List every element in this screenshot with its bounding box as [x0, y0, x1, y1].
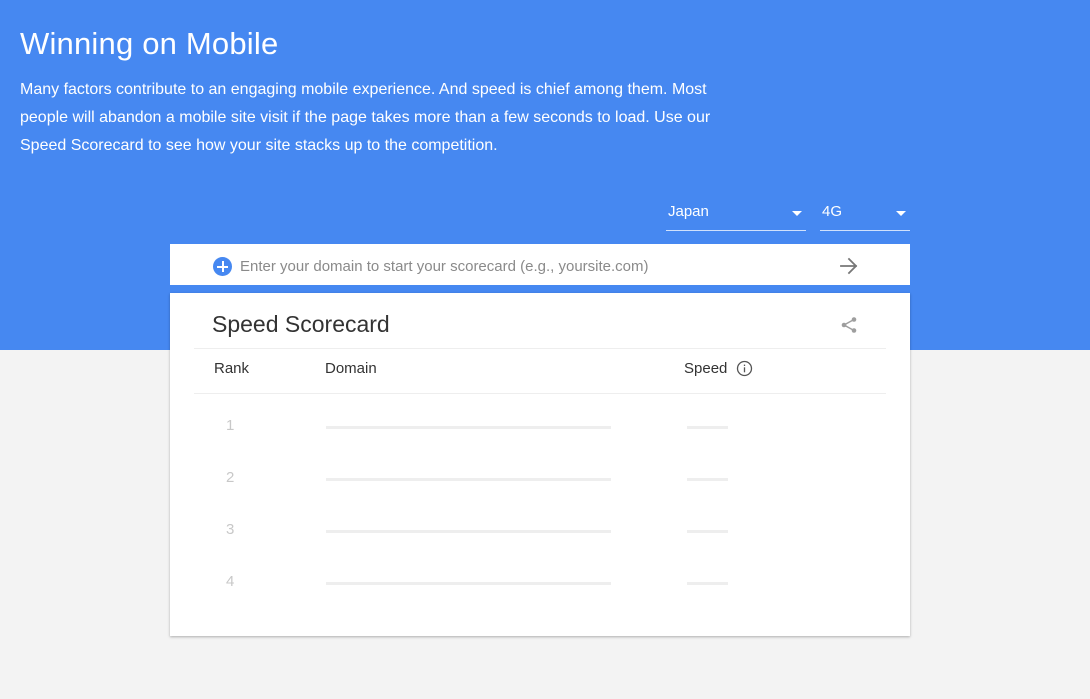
chevron-down-icon [792, 211, 802, 216]
network-select-value: 4G [822, 203, 843, 220]
table-row: 4 [170, 573, 910, 625]
plus-icon[interactable] [213, 257, 232, 276]
domain-placeholder-bar [326, 582, 611, 585]
country-select-value: Japan [668, 203, 709, 220]
speed-placeholder-bar [687, 582, 728, 585]
column-header-rank: Rank [214, 360, 250, 377]
rank-cell: 3 [226, 521, 235, 538]
column-header-speed: Speed [684, 360, 728, 377]
table-row: 1 [170, 417, 910, 469]
speed-placeholder-bar [687, 478, 728, 481]
table-row: 3 [170, 521, 910, 573]
chevron-down-icon [896, 211, 906, 216]
table-row: 2 [170, 469, 910, 521]
hero-description: Many factors contribute to an engaging m… [20, 81, 711, 154]
page-title: Winning on Mobile [20, 26, 279, 61]
header-divider [194, 348, 886, 349]
country-select[interactable]: Japan [666, 196, 806, 231]
rank-cell: 2 [226, 469, 235, 486]
domain-placeholder-bar [326, 530, 611, 533]
rank-cell: 4 [226, 573, 235, 590]
domain-search-bar [170, 244, 910, 288]
info-icon[interactable] [736, 360, 753, 377]
column-header-domain: Domain [325, 360, 377, 377]
scorecard-title: Speed Scorecard [212, 311, 390, 337]
speed-placeholder-bar [687, 426, 728, 429]
domain-input[interactable] [240, 254, 830, 278]
columns-divider [194, 393, 886, 394]
speed-placeholder-bar [687, 530, 728, 533]
share-icon[interactable] [840, 316, 858, 334]
speed-scorecard-card: Speed Scorecard Rank Domain Speed 1 2 3 … [170, 293, 910, 636]
rank-cell: 1 [226, 417, 235, 434]
domain-placeholder-bar [326, 478, 611, 481]
network-select[interactable]: 4G [820, 196, 910, 231]
domain-placeholder-bar [326, 426, 611, 429]
arrow-right-icon[interactable] [838, 256, 860, 276]
